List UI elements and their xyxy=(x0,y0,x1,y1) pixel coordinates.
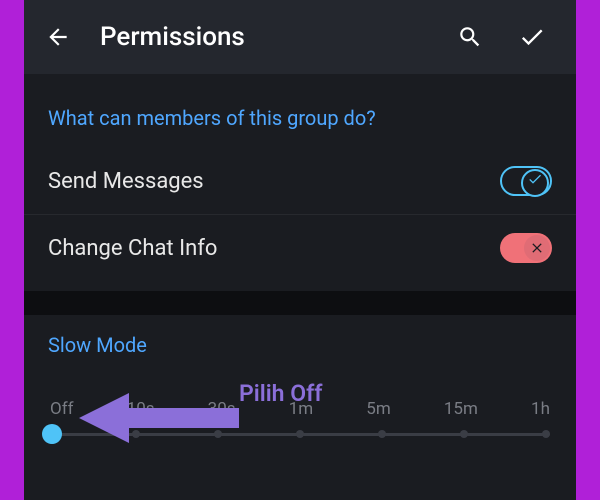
toggle-send-messages[interactable] xyxy=(500,166,552,196)
annotation-label: Pilih Off xyxy=(239,380,322,407)
toggle-change-chat-info[interactable] xyxy=(500,233,552,263)
slowmode-title: Slow Mode xyxy=(48,333,552,357)
back-arrow-icon xyxy=(45,24,71,50)
permission-label: Change Chat Info xyxy=(48,236,500,261)
permission-row-send-messages[interactable]: Send Messages xyxy=(24,148,576,215)
toggle-x-icon xyxy=(529,240,545,256)
toggle-check-icon xyxy=(527,171,543,187)
permission-label: Send Messages xyxy=(48,169,500,194)
search-icon xyxy=(457,24,483,50)
page-title: Permissions xyxy=(100,22,245,52)
confirm-button[interactable] xyxy=(518,23,546,51)
tick-label: 1h xyxy=(531,399,550,419)
section-header: What can members of this group do? xyxy=(24,74,576,148)
check-icon xyxy=(518,23,546,51)
permission-row-change-chat-info[interactable]: Change Chat Info xyxy=(24,215,576,281)
tick-label: 5m xyxy=(366,399,390,419)
permissions-section: What can members of this group do? Send … xyxy=(24,74,576,281)
section-separator xyxy=(24,291,576,315)
tick-label: 15m xyxy=(444,399,478,419)
annotation-arrow-icon xyxy=(79,388,239,448)
back-button[interactable] xyxy=(44,23,72,51)
search-button[interactable] xyxy=(456,23,484,51)
app-window: Permissions What can members of this gro… xyxy=(24,0,576,500)
slider-thumb[interactable] xyxy=(42,424,62,444)
tick-label: Off xyxy=(50,399,74,419)
header-bar: Permissions xyxy=(24,0,576,74)
